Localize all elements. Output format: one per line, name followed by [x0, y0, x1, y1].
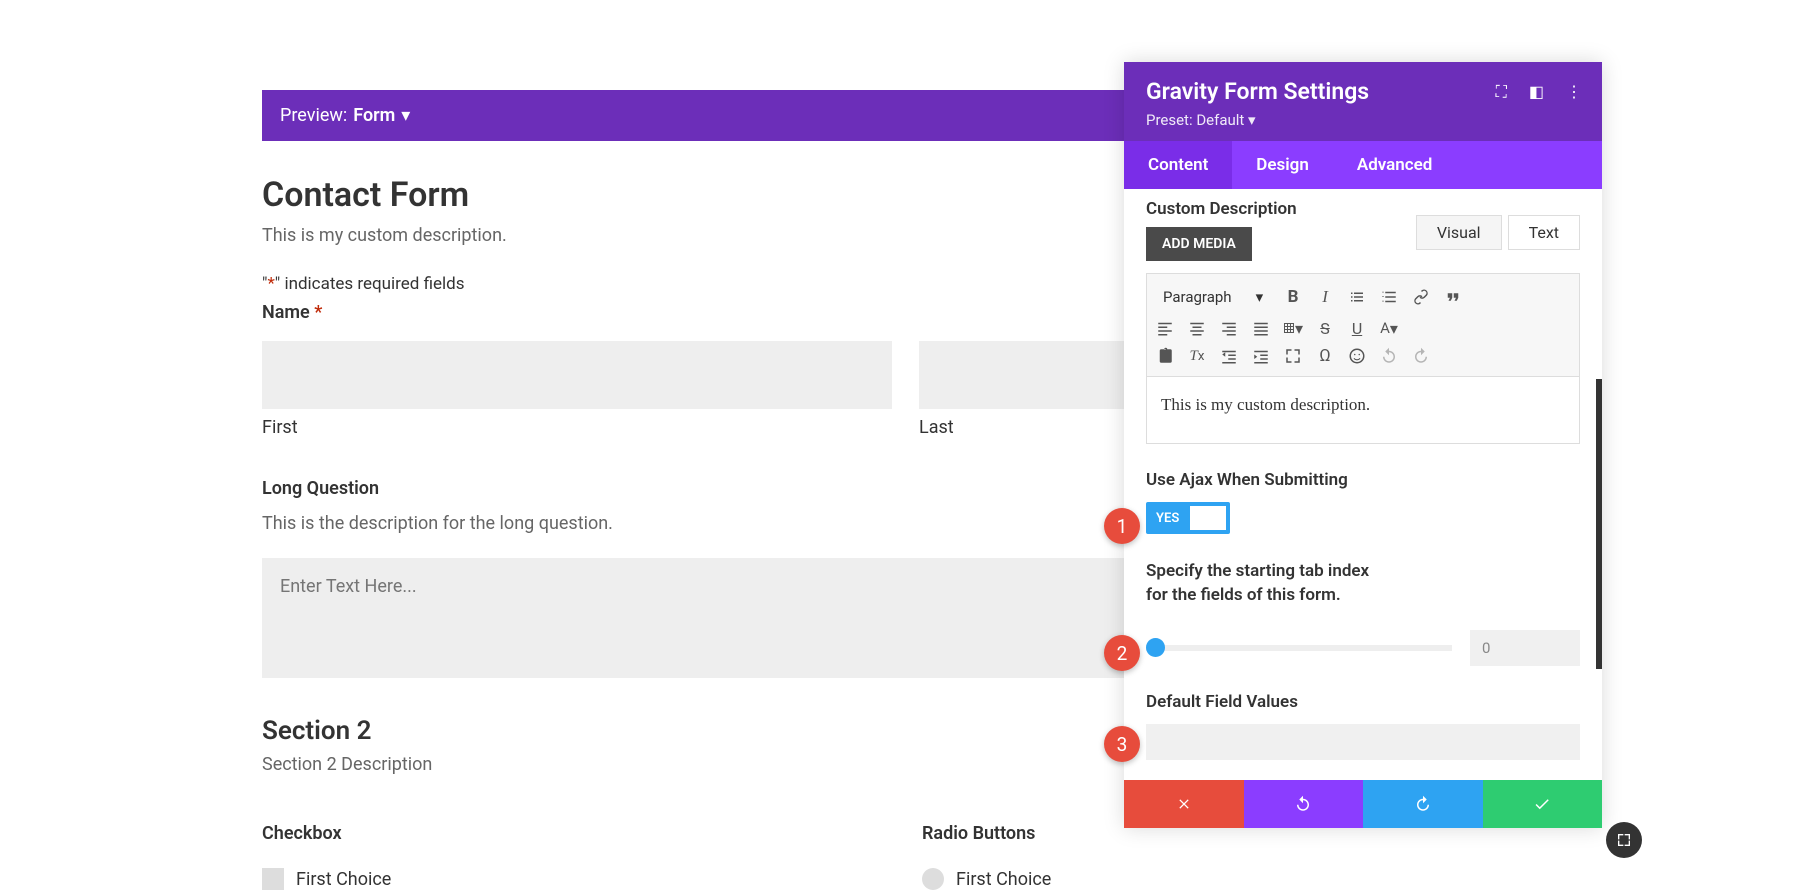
editor-tab-text[interactable]: Text — [1508, 215, 1580, 250]
underline-icon[interactable]: U — [1347, 318, 1367, 338]
checkbox-icon[interactable] — [262, 868, 284, 890]
radio-item[interactable]: First Choice — [922, 868, 1532, 890]
add-media-button[interactable]: ADD MEDIA — [1146, 227, 1252, 261]
special-char-icon[interactable]: Ω — [1315, 346, 1335, 366]
cancel-button[interactable] — [1124, 780, 1244, 828]
table-icon[interactable]: ▾ — [1283, 318, 1303, 338]
kebab-menu-icon[interactable]: ⋮ — [1566, 82, 1582, 102]
first-name-input[interactable] — [262, 341, 892, 409]
callout-badge-2: 2 — [1104, 635, 1140, 671]
indent-icon[interactable] — [1251, 346, 1271, 366]
panel-header: Gravity Form Settings Preset: Default ▾ … — [1124, 62, 1602, 141]
editor-tab-visual[interactable]: Visual — [1416, 215, 1502, 250]
align-center-icon[interactable] — [1187, 318, 1207, 338]
preview-value[interactable]: Form — [353, 105, 395, 126]
checkbox-item[interactable]: First Choice — [262, 868, 922, 890]
ajax-label: Use Ajax When Submitting — [1146, 470, 1580, 490]
clear-format-icon[interactable]: Tx — [1187, 346, 1207, 366]
fullscreen-icon[interactable] — [1283, 346, 1303, 366]
undo-button[interactable] — [1244, 780, 1364, 828]
settings-panel: Gravity Form Settings Preset: Default ▾ … — [1124, 62, 1602, 828]
panel-footer — [1124, 780, 1602, 828]
tab-advanced[interactable]: Advanced — [1333, 141, 1457, 189]
numbered-list-icon[interactable] — [1379, 287, 1399, 307]
redo-icon[interactable] — [1411, 346, 1431, 366]
bold-icon[interactable]: B — [1283, 287, 1303, 307]
paste-icon[interactable] — [1155, 346, 1175, 366]
scrollbar[interactable] — [1596, 379, 1602, 669]
expand-icon[interactable]: ⛶ — [1496, 82, 1507, 102]
default-values-input[interactable] — [1146, 724, 1580, 760]
save-button[interactable] — [1483, 780, 1603, 828]
tab-content[interactable]: Content — [1124, 141, 1232, 189]
strikethrough-icon[interactable]: S — [1315, 318, 1335, 338]
paragraph-select[interactable]: Paragraph▾ — [1155, 284, 1271, 310]
quote-icon[interactable] — [1443, 287, 1463, 307]
default-values-label: Default Field Values — [1146, 692, 1580, 712]
align-justify-icon[interactable] — [1251, 318, 1271, 338]
redo-button[interactable] — [1363, 780, 1483, 828]
wysiwyg-toolbar: Paragraph▾ B I ▾ S U A▾ Tx — [1146, 273, 1580, 377]
callout-badge-1: 1 — [1104, 508, 1140, 544]
tab-index-value[interactable]: 0 — [1470, 630, 1580, 666]
link-icon[interactable] — [1411, 287, 1431, 307]
undo-icon[interactable] — [1379, 346, 1399, 366]
slider-thumb[interactable] — [1146, 638, 1165, 657]
first-name-sublabel: First — [262, 417, 892, 438]
callout-badge-3: 3 — [1104, 726, 1140, 762]
panel-body: Custom Description ADD MEDIA Visual Text… — [1124, 189, 1602, 780]
tab-index-label: Specify the starting tab index for the f… — [1146, 560, 1386, 608]
bullet-list-icon[interactable] — [1347, 287, 1367, 307]
expand-fullscreen-button[interactable] — [1606, 822, 1642, 858]
text-color-icon[interactable]: A▾ — [1379, 318, 1399, 338]
tab-index-slider[interactable] — [1146, 645, 1452, 651]
chevron-down-icon[interactable]: ▾ — [401, 105, 410, 126]
dock-icon[interactable]: ◧ — [1529, 82, 1544, 102]
ajax-toggle[interactable]: YES — [1146, 502, 1230, 534]
panel-tabs: Content Design Advanced — [1124, 141, 1602, 189]
checkbox-group-label: Checkbox — [262, 823, 922, 844]
tab-design[interactable]: Design — [1232, 141, 1333, 189]
italic-icon[interactable]: I — [1315, 287, 1335, 307]
emoji-icon[interactable] — [1347, 346, 1367, 366]
toggle-knob — [1190, 506, 1226, 530]
editor-content[interactable]: This is my custom description. — [1146, 377, 1580, 444]
outdent-icon[interactable] — [1219, 346, 1239, 366]
panel-preset[interactable]: Preset: Default ▾ — [1146, 111, 1580, 129]
align-left-icon[interactable] — [1155, 318, 1175, 338]
align-right-icon[interactable] — [1219, 318, 1239, 338]
radio-icon[interactable] — [922, 868, 944, 890]
preview-label: Preview: — [280, 105, 347, 126]
